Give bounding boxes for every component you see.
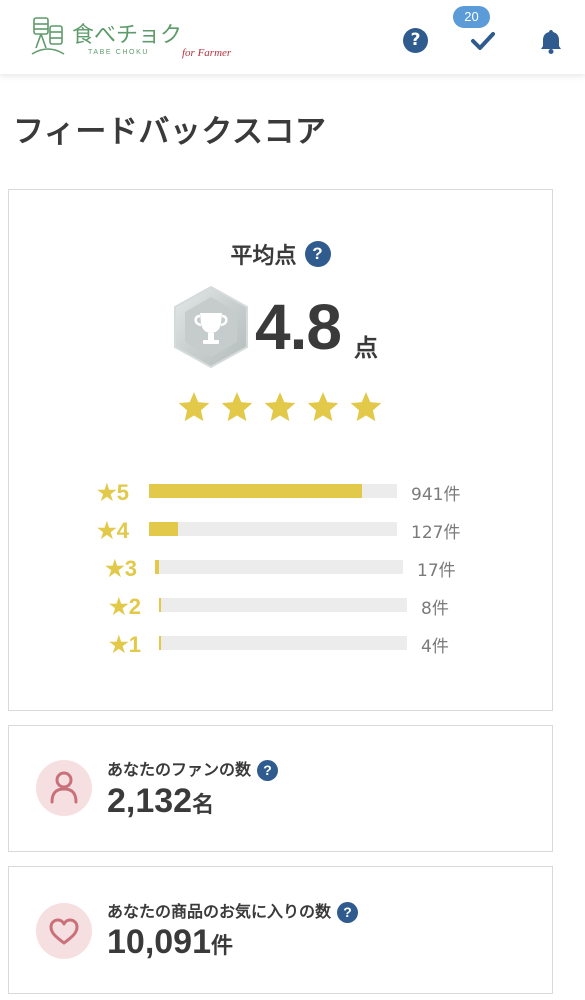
person-icon <box>50 771 78 804</box>
favorite-count-label-row: あなたの商品のお気に入りの数? <box>107 898 359 923</box>
question-circle-icon[interactable]: ? <box>304 241 331 267</box>
fan-count-card: あなたのファンの数? 2,132名 <box>8 725 553 852</box>
rating-count: 17件 <box>417 561 456 581</box>
page-title: フィードバックスコア <box>13 114 327 150</box>
rating-count: 8件 <box>421 599 449 619</box>
question-circle-icon[interactable]: ? <box>257 760 279 781</box>
rating-bar-fill <box>155 560 159 574</box>
rating-bar-fill <box>149 484 362 498</box>
rating-bar-track <box>149 522 397 536</box>
fan-count-value: 2,132 <box>107 782 193 820</box>
rating-bar-track <box>155 560 403 574</box>
average-label: 平均点 <box>230 244 297 269</box>
question-icon: ? <box>410 30 421 50</box>
star-icon <box>350 392 382 422</box>
fan-count-label: あなたのファンの数 <box>107 760 252 779</box>
star-icon <box>307 392 339 422</box>
star-icon <box>221 392 253 422</box>
app-header: 食べチョク TABE CHOKU for Farmer ? 20 <box>0 0 585 74</box>
help-button[interactable]: ? <box>403 28 428 53</box>
favorite-count-value-row: 10,091件 <box>107 923 233 962</box>
star-icon <box>264 392 296 422</box>
rating-bar-fill <box>159 598 161 612</box>
heart-icon-badge <box>36 903 92 959</box>
favorite-count-unit: 件 <box>211 934 234 959</box>
question-circle-icon[interactable]: ? <box>337 902 359 923</box>
rating-label: ★5 <box>97 480 129 505</box>
favorite-count-label: あなたの商品のお気に入りの数 <box>107 902 332 921</box>
favorite-count-value: 10,091 <box>107 923 211 961</box>
favorite-count-card: あなたの商品のお気に入りの数? 10,091件 <box>8 866 553 994</box>
fan-count-label-row: あなたのファンの数? <box>107 756 279 781</box>
bell-icon[interactable] <box>538 28 564 54</box>
rating-bar-fill <box>159 636 161 650</box>
svg-text:食べチョク: 食べチョク <box>72 23 182 48</box>
svg-text:for Farmer: for Farmer <box>182 47 232 59</box>
rating-bar-track <box>159 636 407 650</box>
heart-icon <box>49 918 79 945</box>
average-label-row: 平均点? <box>9 238 552 270</box>
average-score-card: 平均点? 4.8 点 ★5 941件 ★4 127件 ★3 17件 ★2 8件 … <box>8 189 553 711</box>
fan-count-value-row: 2,132名 <box>107 782 214 821</box>
rating-label: ★4 <box>97 518 129 543</box>
rating-bar-fill <box>149 522 178 536</box>
person-icon-badge <box>36 760 92 816</box>
rating-label: ★2 <box>109 594 141 619</box>
trophy-icon <box>174 285 248 369</box>
rating-count: 4件 <box>421 637 449 657</box>
rating-count: 941件 <box>411 485 461 505</box>
average-star-rating <box>177 390 392 430</box>
rating-bar-track <box>159 598 407 612</box>
rating-bar-track <box>149 484 397 498</box>
rating-label: ★1 <box>109 632 141 657</box>
average-score-value: 4.8 <box>255 291 342 363</box>
check-icon[interactable] <box>470 28 496 54</box>
rating-label: ★3 <box>105 556 137 581</box>
fan-count-unit: 名 <box>192 793 215 818</box>
svg-text:TABE CHOKU: TABE CHOKU <box>88 49 149 56</box>
notification-count-badge[interactable]: 20 <box>453 6 490 28</box>
tabechoku-logo[interactable]: 食べチョク TABE CHOKU for Farmer <box>30 14 260 60</box>
average-score-unit: 点 <box>354 334 378 362</box>
rating-count: 127件 <box>411 523 461 543</box>
star-icon <box>178 392 210 422</box>
